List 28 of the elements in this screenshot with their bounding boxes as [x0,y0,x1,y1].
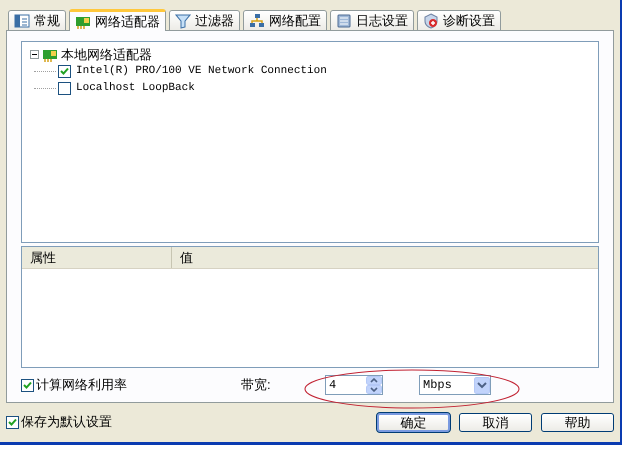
collapse-toggle-icon[interactable] [30,50,39,59]
tab[interactable]: 过滤器 [169,10,240,30]
bandwidth-spinner[interactable]: 4 [325,375,383,396]
tab[interactable]: 日志设置 [330,10,414,30]
tree-item-label[interactable]: Localhost LoopBack [76,80,195,97]
tab[interactable]: 网络适配器 [69,9,166,31]
dialog-button[interactable]: 取消 [459,412,532,432]
tab[interactable]: 诊断设置 [417,10,501,30]
tree-item-label[interactable]: Intel(R) PRO/100 VE Network Connection [76,63,327,80]
checkbox-label[interactable]: 保存为默认设置 [21,412,112,432]
checkbox-label[interactable]: 计算网络利用率 [36,375,127,395]
column-header[interactable]: 值 [172,246,598,268]
column-header[interactable]: 属性 [22,246,172,268]
unit-dropdown[interactable]: Mbps [419,375,491,396]
tab[interactable]: 网络配置 [243,10,327,30]
checkbox[interactable] [6,416,19,428]
spin-arrows-icon[interactable] [366,376,382,394]
tab[interactable]: 常规 [8,10,66,30]
tree-node-label[interactable]: 本地网络适配器 [61,44,152,64]
checkbox[interactable] [58,82,71,95]
checkbox[interactable] [21,378,34,392]
dialog-button[interactable]: 帮助 [541,412,614,432]
list-icon [14,12,30,28]
network-icon [249,12,265,28]
bandwidth-label: 带宽: [241,376,272,394]
dialog-button[interactable]: 确定 [377,412,450,432]
checkbox[interactable] [58,65,71,78]
adapter-tree[interactable]: 本地网络适配器 Intel(R) PRO/100 VE Network Connection Localhost LoopBack [21,41,599,243]
